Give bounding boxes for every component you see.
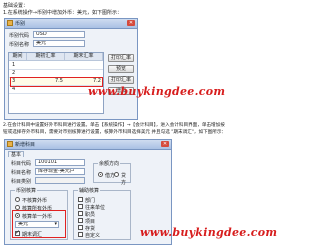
aux-checkbox-dept[interactable] [78, 197, 83, 202]
aux-label-project: 项目 [85, 219, 96, 225]
credit-label: 贷方 [121, 173, 127, 186]
currency-window-icon [7, 20, 13, 26]
currency-name-label: 币别名称 [9, 42, 30, 48]
aux-label-dept: 部门 [85, 198, 96, 204]
no-currency-label: 不核算外币 [22, 198, 48, 204]
account-name-label: 科目名称 [11, 170, 32, 176]
account-name-field[interactable]: 库存现金-美元户 [35, 168, 85, 175]
account-window-titlebar: 新增科目 ✕ [5, 140, 171, 150]
currency-window: 币别 ✕ 币别代码 USD 币别名称 美元 期间 期初汇率 期末汇率 1 2 3… [4, 18, 138, 120]
table-row[interactable]: 1 [9, 62, 103, 70]
account-code-field[interactable]: 100101 [35, 159, 85, 166]
currency-accounting-group: 币别核算 不核算外币 核算所有外币 核算单一外币 美元 ▾ ✓ 期末调汇 [10, 187, 68, 240]
intro-heading: 基础设置： [3, 3, 29, 9]
currency-accounting-title: 币别核算 [15, 187, 38, 194]
currency-window-title: 币别 [15, 21, 26, 27]
aux-label-custom: 自定义 [85, 233, 101, 239]
print-rate-button[interactable]: 打印汇率 [108, 54, 134, 62]
close-icon[interactable]: ✕ [127, 20, 135, 26]
account-category-field[interactable] [35, 177, 85, 184]
currency-code-label: 币别代码 [9, 33, 30, 39]
grid-header-begin-rate: 期初汇率 [27, 53, 65, 61]
no-currency-radio[interactable] [15, 197, 20, 202]
currency-window-titlebar: 币别 ✕ [5, 19, 137, 29]
grid-header-end-rate: 期末汇率 [65, 53, 103, 61]
print-rate-button-2[interactable]: 打印汇率 [108, 76, 134, 84]
aux-checkbox-staff[interactable] [78, 211, 83, 216]
intro-step1: 1.在系统操作→币别中增加外币：美元，如下图所示： [3, 10, 122, 16]
tab-basic[interactable]: 基本 [8, 151, 25, 158]
account-code-label: 科目代码 [11, 161, 32, 167]
aux-label-inventory: 存货 [85, 226, 96, 232]
currency-name-field[interactable]: 美元 [33, 40, 85, 47]
watermark-1: www.buykingdee.com [88, 85, 226, 98]
aux-label-staff: 职员 [85, 212, 96, 218]
aux-checkbox-project[interactable] [78, 218, 83, 223]
credit-radio[interactable] [114, 172, 119, 177]
aux-accounting-group: 辅助核算 部门 往来单位 职员 项目 存货 自定义 [73, 187, 131, 240]
highlight-currency-settings [12, 210, 66, 238]
aux-checkbox-inventory[interactable] [78, 225, 83, 230]
currency-code-field[interactable]: USD [33, 31, 85, 38]
aux-checkbox-unit[interactable] [78, 204, 83, 209]
aux-accounting-title: 辅助核算 [78, 187, 101, 194]
account-window-title: 新增科目 [15, 142, 36, 148]
exchange-rate-grid[interactable]: 期间 期初汇率 期末汇率 1 2 3 7.5 7.2 4 [8, 52, 104, 114]
debit-radio[interactable] [98, 172, 103, 177]
balance-direction-title: 余额方向 [98, 160, 121, 167]
balance-direction-group: 余额方向 借方 贷方 [93, 160, 131, 186]
intro-step2-line1: 2.在会计科目中设置好外币科目进行设置。单击【系统操作】→【会计科目】，进入会计… [3, 123, 225, 128]
close-icon[interactable]: ✕ [161, 141, 169, 147]
watermark-2: www.buykingdee.com [140, 226, 278, 239]
account-category-label: 科目类别 [11, 179, 32, 185]
aux-label-unit: 往来单位 [85, 205, 106, 211]
account-window-icon [7, 141, 13, 147]
intro-step2-line2: 钮或选择存外币科目，需要对币别核算进行设置，核算外币科目选择美元 并且勾选 "期… [3, 130, 227, 135]
preview-button[interactable]: 预览 [108, 65, 134, 73]
aux-checkbox-custom[interactable] [78, 232, 83, 237]
grid-header-period: 期间 [9, 53, 27, 61]
